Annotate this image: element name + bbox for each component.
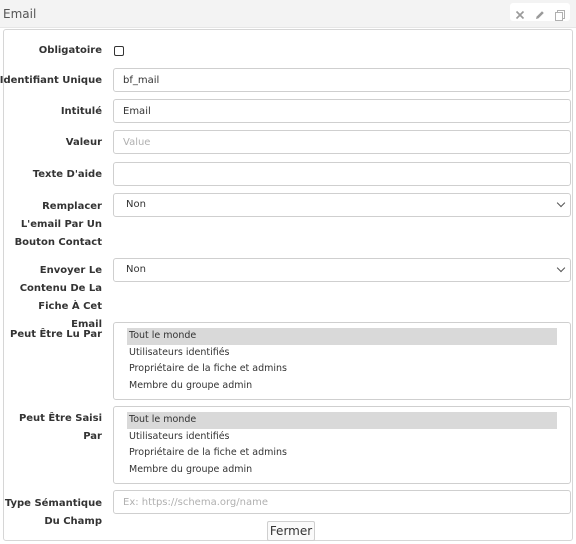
label-texte-aide: Texte D'aide: [32, 169, 102, 180]
list-option[interactable]: Membre du groupe admin: [127, 462, 557, 479]
label-lu-par: Peut Être Lu Par: [9, 329, 102, 340]
label-remplacer: Remplacer L'email Par Un Bouton Contact: [14, 201, 102, 248]
envoyer-select[interactable]: Non: [113, 258, 571, 282]
label-obligatoire: Obligatoire: [38, 45, 102, 56]
label-intitule: Intitulé: [60, 106, 102, 117]
list-option[interactable]: Propriétaire de la fiche et admins: [127, 445, 557, 462]
copy-icon[interactable]: [554, 6, 566, 21]
panel-header: Email: [0, 0, 576, 28]
lu-par-listbox[interactable]: Tout le monde Utilisateurs identifiés Pr…: [113, 322, 571, 400]
pencil-icon[interactable]: [534, 6, 546, 19]
label-type-semantique: Type Sémantique Du Champ: [4, 498, 102, 527]
label-valeur: Valeur: [65, 137, 102, 148]
type-semantique-input[interactable]: [113, 490, 571, 514]
label-saisi-par: Peut Être Saisi Par: [18, 413, 102, 442]
valeur-input[interactable]: [113, 130, 571, 154]
panel-title: Email: [3, 7, 37, 21]
list-option[interactable]: Tout le monde: [127, 412, 557, 429]
saisi-par-listbox[interactable]: Tout le monde Utilisateurs identifiés Pr…: [113, 406, 571, 484]
intitule-input[interactable]: [113, 99, 571, 123]
envoyer-value: Non: [126, 264, 146, 275]
close-icon[interactable]: [514, 6, 526, 20]
remplacer-value: Non: [126, 199, 146, 210]
chevron-down-icon: [556, 263, 566, 273]
obligatoire-checkbox[interactable]: [114, 46, 124, 56]
field-form: Obligatoire Identifiant Unique Intitulé …: [0, 29, 573, 541]
list-option[interactable]: Membre du groupe admin: [127, 378, 557, 395]
list-option[interactable]: Propriétaire de la fiche et admins: [127, 361, 557, 378]
texte-aide-input[interactable]: [113, 162, 571, 186]
label-envoyer: Envoyer Le Contenu De La Fiche À Cet Ema…: [19, 265, 102, 330]
list-option[interactable]: Utilisateurs identifiés: [127, 429, 557, 446]
list-option[interactable]: Utilisateurs identifiés: [127, 345, 557, 362]
header-toolbar: [510, 3, 570, 21]
list-option[interactable]: Tout le monde: [127, 328, 557, 345]
label-identifiant: Identifiant Unique: [0, 75, 102, 86]
remplacer-select[interactable]: Non: [113, 193, 571, 217]
fermer-button[interactable]: Fermer: [267, 521, 315, 541]
identifiant-input[interactable]: [113, 68, 571, 92]
chevron-down-icon: [556, 198, 566, 208]
